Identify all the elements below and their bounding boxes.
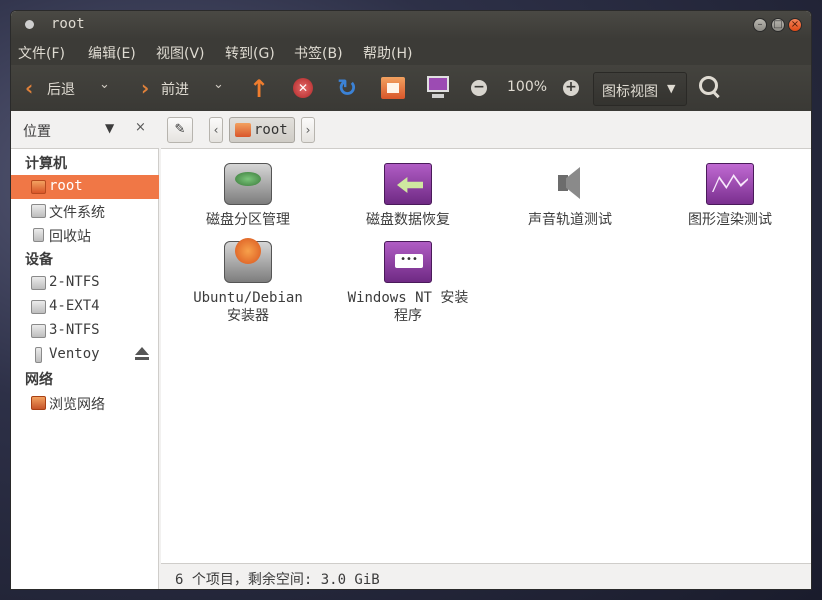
file-item-data-recovery[interactable]: 磁盘数据恢复: [333, 163, 483, 229]
chevron-down-icon: ▼: [667, 82, 676, 95]
sidebar-item-label: 文件系统: [49, 205, 105, 221]
status-text: 6 个项目，剩余空间: 3.0 GiB: [175, 572, 380, 588]
zoom-level: 100%: [507, 79, 548, 95]
up-arrow-icon[interactable]: ↑: [249, 75, 269, 103]
file-item-label-line2: 安装器: [227, 308, 269, 324]
file-item-label: 磁盘分区管理: [206, 212, 290, 228]
sidebar-mode-chevron-icon[interactable]: ▼: [105, 121, 114, 135]
sidebar-item-label: 4-EXT4: [49, 298, 100, 314]
window-menu-icon[interactable]: [25, 20, 34, 29]
usb-icon: [35, 347, 42, 363]
forward-arrow-icon[interactable]: ›: [141, 76, 149, 100]
maximize-button[interactable]: □: [771, 18, 785, 32]
breadcrumb-root[interactable]: root: [229, 117, 295, 143]
close-button[interactable]: ×: [788, 18, 802, 32]
network-icon: [31, 396, 46, 410]
windows-nt-installer-icon: [384, 241, 432, 283]
speaker-icon: [546, 163, 594, 205]
file-item-ubuntu-installer[interactable]: Ubuntu/Debian 安装器: [173, 238, 323, 325]
zoom-out-button[interactable]: −: [471, 80, 487, 96]
file-item-label: Ubuntu/Debian 安装器: [173, 289, 323, 325]
file-item-windows-nt-installer[interactable]: Windows NT 安装 程序: [333, 241, 483, 325]
file-item-graphics-test[interactable]: 图形渲染测试: [655, 163, 805, 229]
file-item-label-line1: Ubuntu/Debian: [193, 290, 303, 306]
sidebar-item-3-ntfs[interactable]: 3-NTFS: [11, 319, 159, 343]
data-recovery-icon: [384, 163, 432, 205]
forward-history-chevron-icon[interactable]: ⌄: [213, 77, 224, 92]
sidebar-item-label: 2-NTFS: [49, 274, 100, 290]
sidebar-item-ventoy[interactable]: Ventoy: [11, 343, 159, 367]
home-folder-icon: [235, 123, 251, 137]
file-item-label: Windows NT 安装 程序: [333, 289, 483, 325]
drive-icon: [31, 324, 46, 338]
sidebar-section-computer: 计算机: [25, 156, 67, 172]
home-folder-icon: [31, 180, 46, 194]
file-manager-window: root – □ × 文件(F) 编辑(E) 视图(V) 转到(G) 书签(B)…: [10, 10, 812, 590]
location-edit-button[interactable]: ✎: [167, 117, 193, 143]
sidebar-item-browse-network[interactable]: 浏览网络: [11, 391, 159, 415]
menu-help[interactable]: 帮助(H): [363, 43, 412, 63]
eject-icon[interactable]: [135, 347, 149, 361]
view-mode-select[interactable]: 图标视图 ▼: [593, 72, 687, 106]
sidebar-section-network: 网络: [25, 372, 53, 388]
sidebar-item-label: Ventoy: [49, 346, 100, 362]
stop-icon[interactable]: ✕: [293, 78, 313, 98]
file-item-label-line1: Windows NT 安装: [347, 290, 469, 306]
sidebar-mode-label[interactable]: 位置: [23, 121, 51, 141]
sidebar-item-trash[interactable]: 回收站: [11, 223, 159, 247]
menu-go[interactable]: 转到(G): [225, 43, 275, 63]
ubuntu-installer-icon: [224, 238, 272, 283]
search-icon[interactable]: [698, 75, 720, 97]
reload-icon[interactable]: ↻: [337, 74, 357, 102]
sidebar-item-filesystem[interactable]: 文件系统: [11, 199, 159, 223]
places-sidebar: 计算机 root 文件系统 回收站 设备 2-NTFS 4-EXT4 3-NTF…: [11, 149, 159, 589]
window-title: root: [51, 16, 85, 32]
drive-icon: [31, 276, 46, 290]
file-view: 磁盘分区管理 磁盘数据恢复 声音轨道测试 图形渲染测试 Ubuntu/Debia…: [161, 149, 811, 563]
path-scroll-left-button[interactable]: ‹: [209, 117, 223, 143]
sidebar-item-label: 回收站: [49, 229, 91, 245]
menu-bar: 文件(F) 编辑(E) 视图(V) 转到(G) 书签(B) 帮助(H): [11, 39, 811, 65]
zoom-in-button[interactable]: +: [563, 80, 579, 96]
minimize-button[interactable]: –: [753, 18, 767, 32]
home-icon[interactable]: [381, 77, 405, 99]
sidebar-item-label: 3-NTFS: [49, 322, 100, 338]
file-item-sound-test[interactable]: 声音轨道测试: [495, 163, 645, 229]
graph-icon: [706, 163, 754, 205]
sidebar-item-label: root: [49, 178, 83, 194]
forward-button[interactable]: 前进: [161, 79, 189, 99]
sidebar-close-button[interactable]: ×: [135, 120, 146, 135]
path-scroll-right-button[interactable]: ›: [301, 117, 315, 143]
menu-view[interactable]: 视图(V): [156, 43, 205, 63]
path-bar: ✎ ‹ root ›: [161, 111, 811, 149]
file-item-disk-partition[interactable]: 磁盘分区管理: [173, 163, 323, 229]
sidebar-item-label: 浏览网络: [49, 397, 105, 413]
sidebar-item-2-ntfs[interactable]: 2-NTFS: [11, 271, 159, 295]
menu-bookmarks[interactable]: 书签(B): [294, 43, 343, 63]
back-button[interactable]: 后退: [47, 79, 75, 99]
view-mode-label: 图标视图: [602, 84, 658, 100]
back-history-chevron-icon[interactable]: ⌄: [99, 77, 110, 92]
file-item-label: 声音轨道测试: [528, 212, 612, 228]
back-arrow-icon[interactable]: ‹: [25, 76, 33, 100]
computer-icon[interactable]: [427, 76, 449, 98]
status-bar: 6 个项目，剩余空间: 3.0 GiB: [161, 563, 811, 589]
drive-icon: [31, 204, 46, 218]
sidebar-item-4-ext4[interactable]: 4-EXT4: [11, 295, 159, 319]
sidebar-section-devices: 设备: [25, 252, 53, 268]
toolbar: ‹ 后退 ⌄ › 前进 ⌄ ↑ ✕ ↻ − 100% + 图标视图 ▼: [11, 65, 811, 111]
title-bar[interactable]: root – □ ×: [11, 11, 811, 39]
breadcrumb-label: root: [254, 122, 288, 138]
file-item-label: 磁盘数据恢复: [366, 212, 450, 228]
disk-partition-icon: [224, 163, 272, 205]
sidebar-item-root[interactable]: root: [11, 175, 159, 199]
file-item-label: 图形渲染测试: [688, 212, 772, 228]
file-item-label-line2: 程序: [394, 308, 422, 324]
menu-edit[interactable]: 编辑(E): [88, 43, 136, 63]
drive-icon: [31, 300, 46, 314]
trash-icon: [33, 228, 44, 242]
menu-file[interactable]: 文件(F): [18, 43, 65, 63]
sidebar-header: 位置 ▼ ×: [11, 111, 159, 149]
